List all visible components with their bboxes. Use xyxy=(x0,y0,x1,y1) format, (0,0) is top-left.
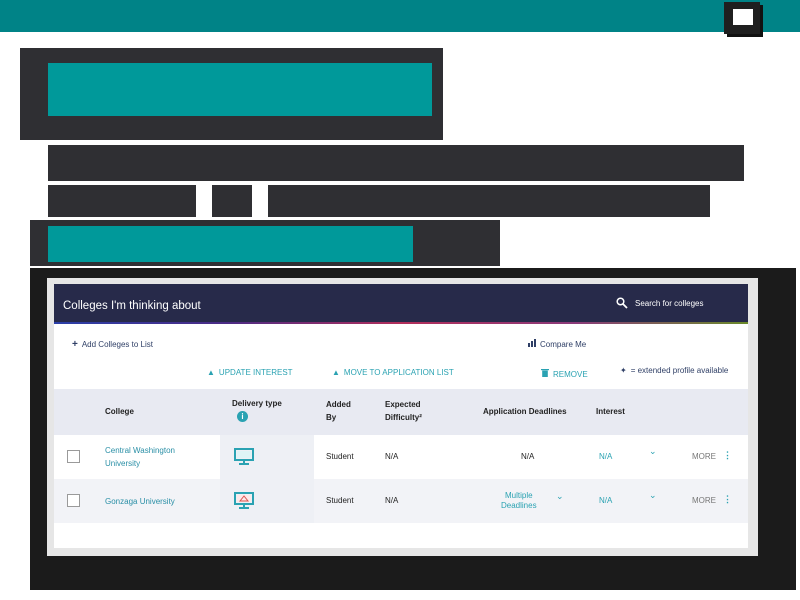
panel-title: Colleges I'm thinking about xyxy=(63,300,201,312)
top-bar xyxy=(0,0,800,32)
interest-select[interactable]: N/A xyxy=(599,496,612,505)
added-by-value: Student xyxy=(326,452,354,461)
plus-icon: + xyxy=(72,339,78,350)
redacted-heading-teal xyxy=(48,63,432,116)
monitor-icon xyxy=(234,448,254,465)
search-icon xyxy=(616,297,628,309)
add-colleges-button[interactable]: + Add Colleges to List xyxy=(72,339,153,350)
redacted-link-teal[interactable] xyxy=(48,226,413,262)
deadlines-link[interactable]: Multiple Deadlines xyxy=(501,491,537,511)
table-row: Central Washington University Student N/… xyxy=(54,435,748,479)
close-icon xyxy=(733,9,753,25)
chevron-down-icon[interactable]: ⌄ xyxy=(649,490,657,501)
college-link[interactable]: Central Washington University xyxy=(105,444,175,470)
close-button[interactable] xyxy=(724,2,760,34)
colleges-panel: Colleges I'm thinking about Search for c… xyxy=(54,284,748,548)
table-row: Gonzaga University Student N/A Multiple … xyxy=(54,479,748,523)
column-expected-difficulty: Expected Difficulty² xyxy=(385,400,422,422)
row-checkbox[interactable] xyxy=(67,494,80,507)
update-interest-button[interactable]: ▲ UPDATE INTEREST xyxy=(207,368,293,377)
move-to-application-button[interactable]: ▲ MOVE TO APPLICATION LIST xyxy=(332,368,454,377)
kebab-menu-icon[interactable]: ⋮ xyxy=(723,494,732,505)
trash-icon xyxy=(541,368,549,379)
column-application-deadlines: Application Deadlines xyxy=(483,407,567,416)
chevron-down-icon[interactable]: ⌄ xyxy=(556,491,564,502)
extended-profile-legend: ✦ = extended profile available xyxy=(620,366,729,375)
header-accent-line xyxy=(54,322,748,324)
sparkle-icon: ✦ xyxy=(620,366,627,375)
delivery-type-cell xyxy=(220,479,314,523)
table-header: College Delivery type i Added By Expecte… xyxy=(54,389,748,435)
interest-select[interactable]: N/A xyxy=(599,452,612,461)
column-college[interactable]: College xyxy=(105,405,134,418)
bar-chart-icon xyxy=(528,339,536,349)
difficulty-value: N/A xyxy=(385,452,399,461)
column-added-by: Added By xyxy=(326,400,351,422)
graduation-cap-icon: ▲ xyxy=(332,368,340,377)
redacted-text-line-2a xyxy=(48,185,196,217)
info-icon[interactable]: i xyxy=(237,411,248,422)
difficulty-value: N/A xyxy=(385,496,399,505)
more-button[interactable]: MORE xyxy=(692,496,716,505)
redacted-link-tail xyxy=(432,226,490,260)
redacted-text-line-2b xyxy=(212,185,252,217)
more-button[interactable]: MORE xyxy=(692,452,716,461)
row-checkbox[interactable] xyxy=(67,450,80,463)
college-link[interactable]: Gonzaga University xyxy=(105,495,175,508)
redacted-text-line-1 xyxy=(48,145,744,181)
monitor-campus-icon xyxy=(234,492,254,509)
remove-button[interactable]: REMOVE xyxy=(541,368,588,379)
redacted-text-line-2c xyxy=(268,185,710,217)
column-interest: Interest xyxy=(596,407,625,416)
kebab-menu-icon[interactable]: ⋮ xyxy=(723,450,732,461)
delivery-type-cell xyxy=(220,435,314,479)
panel-header: Colleges I'm thinking about Search for c… xyxy=(54,284,748,322)
compare-me-button[interactable]: Compare Me xyxy=(528,339,586,349)
added-by-value: Student xyxy=(326,496,354,505)
search-label: Search for colleges xyxy=(635,299,704,308)
column-delivery-type: Delivery type xyxy=(232,399,282,408)
graduation-cap-icon: ▲ xyxy=(207,368,215,377)
chevron-down-icon[interactable]: ⌄ xyxy=(649,446,657,457)
college-search[interactable]: Search for colleges xyxy=(616,296,726,312)
deadlines-value: N/A xyxy=(521,452,535,461)
